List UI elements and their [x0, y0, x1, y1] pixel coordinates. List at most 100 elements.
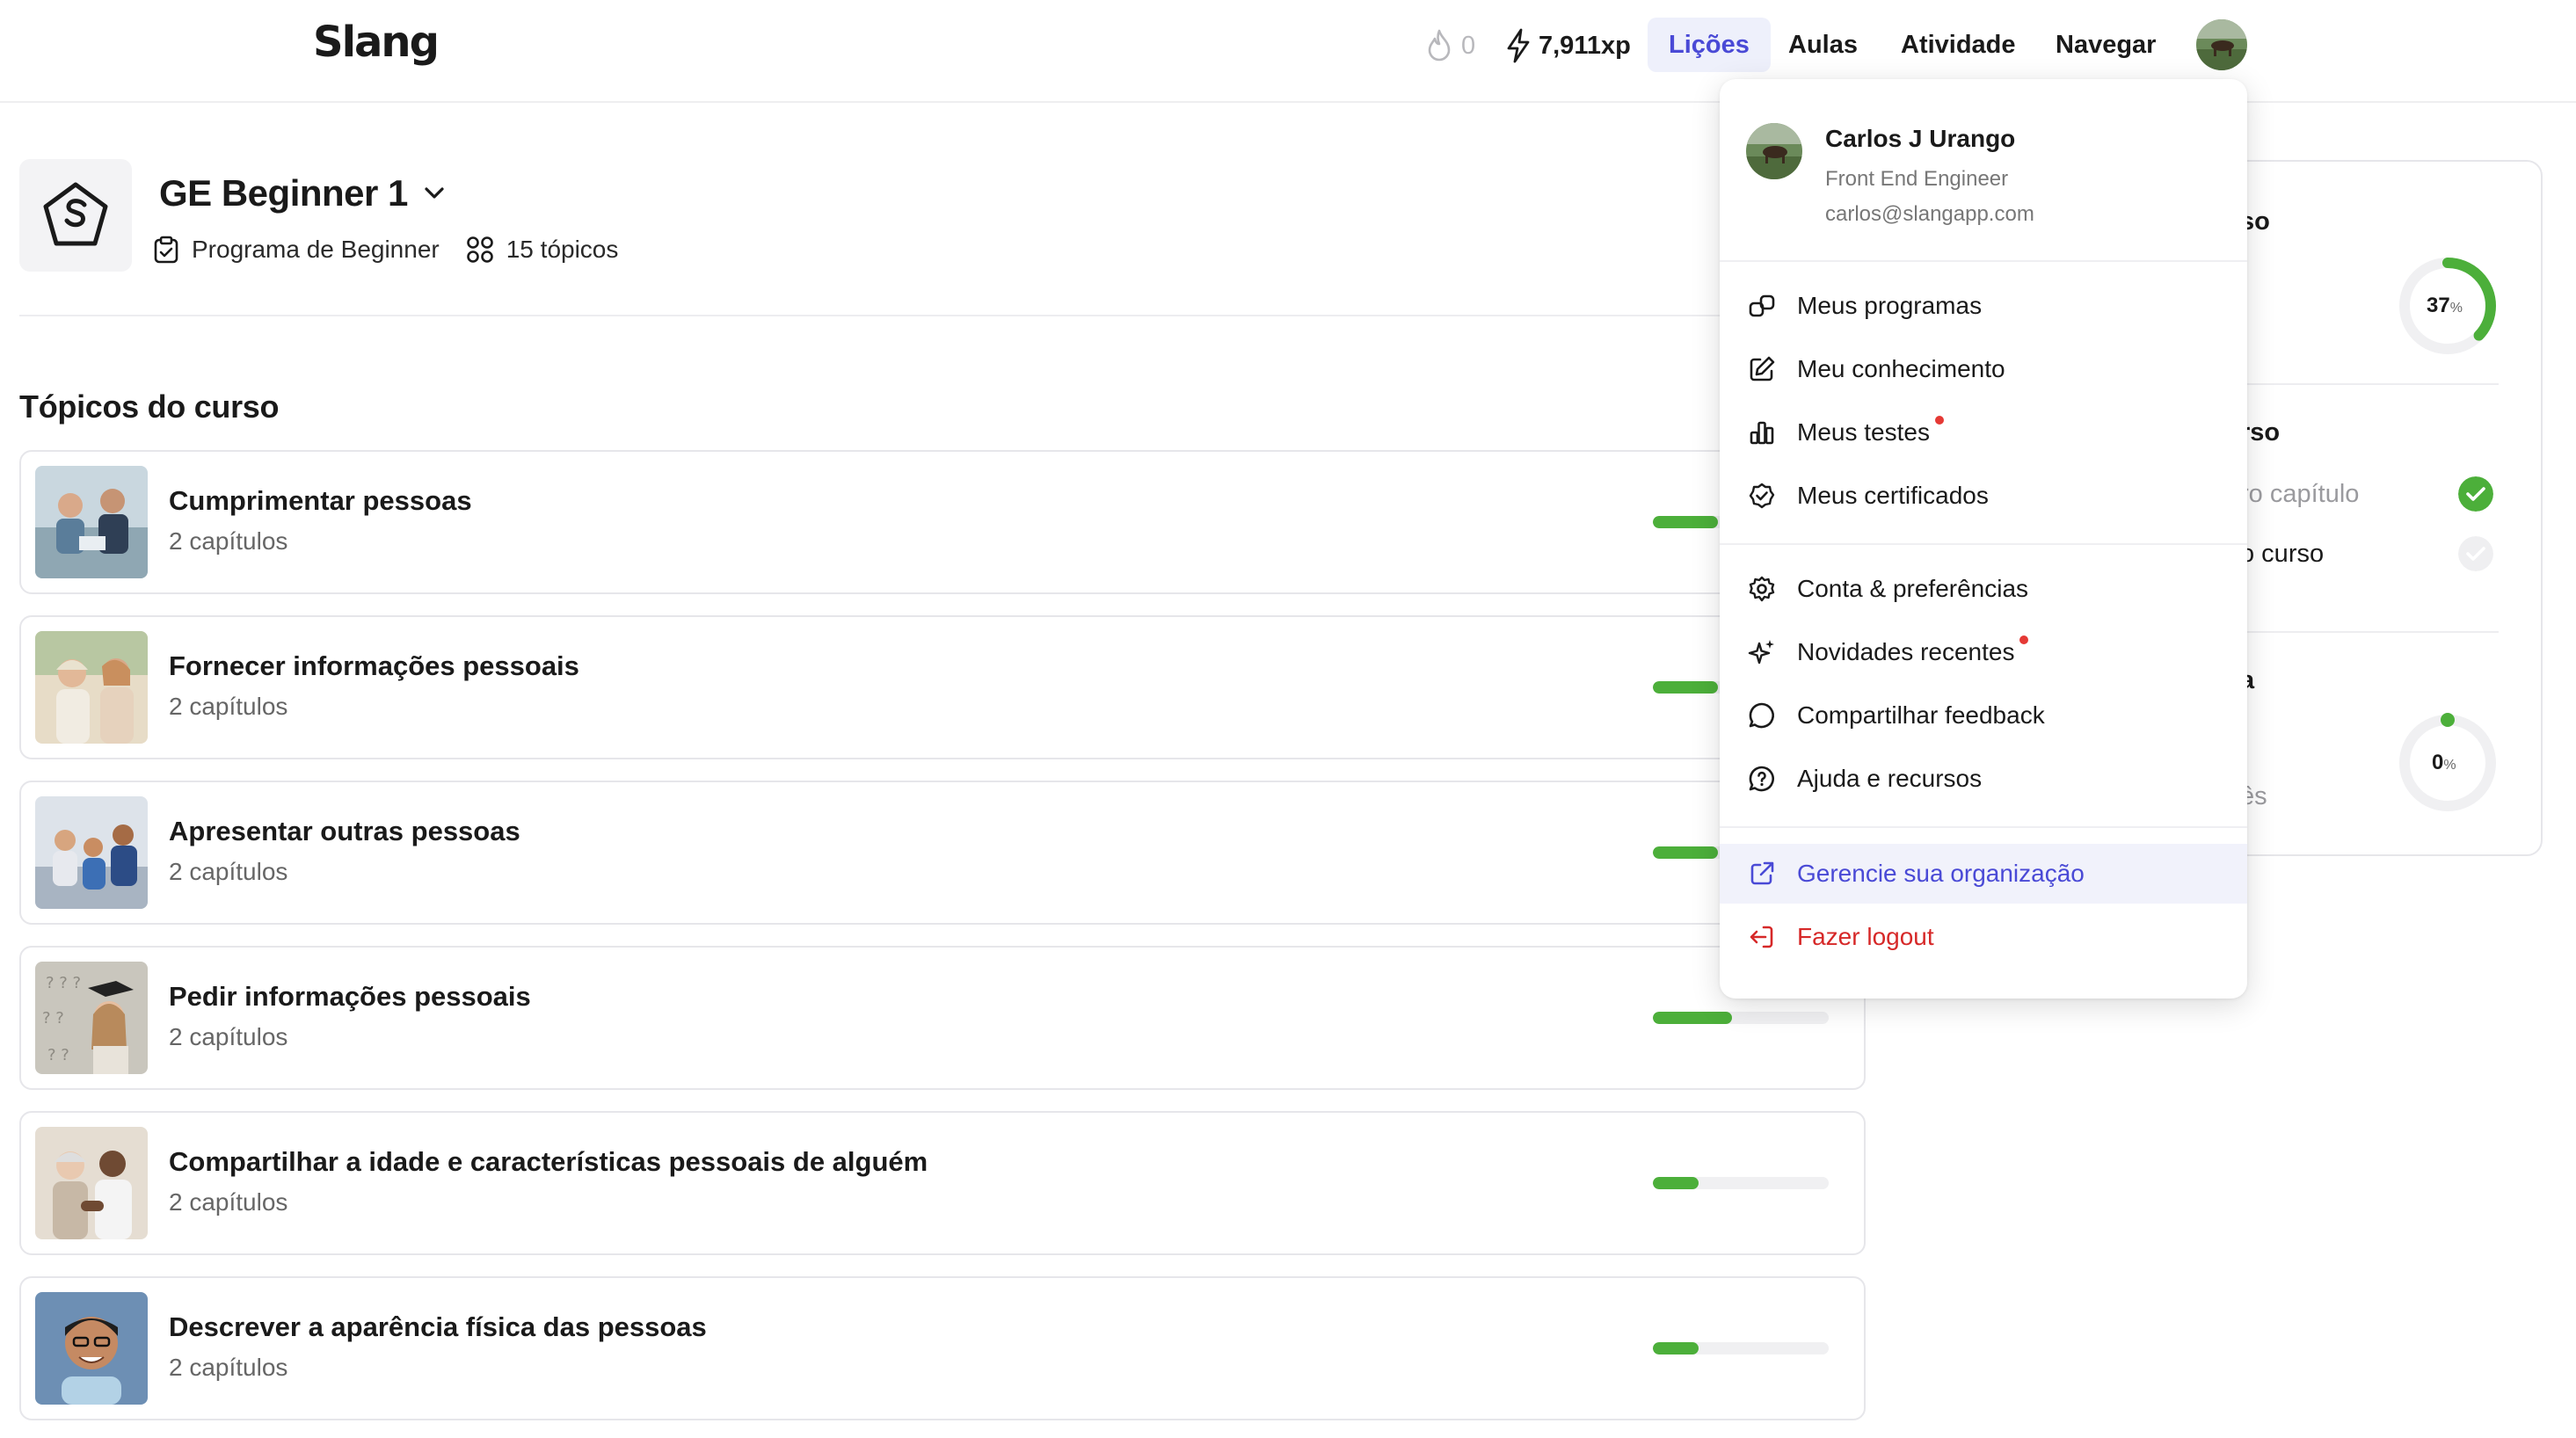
topic-card[interactable]: Compartilhar a idade e características p…: [19, 1111, 1866, 1255]
topic-progress-bar: [1653, 1177, 1829, 1189]
user-email: carlos@slangapp.com: [1825, 202, 2034, 226]
progress-fill: [1653, 681, 1718, 694]
menu-label: Compartilhar feedback: [1797, 701, 2045, 729]
menu-divider: [1720, 826, 2247, 828]
task-finish-course: o curso: [2240, 540, 2325, 568]
menu-label: Conta & preferências: [1797, 575, 2029, 602]
menu-item-meu-conhecimento[interactable]: Meu conhecimento: [1720, 339, 2247, 399]
sparkles-icon: [1748, 640, 1774, 665]
course-logo: [19, 159, 132, 272]
topic-card[interactable]: Apresentar outras pessoas 2 capítulos: [19, 781, 1866, 925]
topic-title: Compartilhar a idade e características p…: [169, 1146, 928, 1177]
menu-label: Meus programas: [1797, 292, 1983, 319]
nav-aulas[interactable]: Aulas: [1767, 18, 1879, 72]
topic-thumbnail: [35, 796, 148, 909]
streak-value: 0: [1461, 31, 1476, 60]
menu-item-meus-programas[interactable]: Meus programas: [1720, 276, 2247, 336]
progress-fill: [1653, 1177, 1699, 1189]
topic-title: Pedir informações pessoais: [169, 981, 531, 1012]
divider: [19, 315, 1725, 316]
topic-card[interactable]: Descrever a aparência física das pessoas…: [19, 1276, 1866, 1420]
topic-chapters: 2 capítulos: [169, 1354, 288, 1381]
program-info: Programa de Beginner: [153, 236, 440, 264]
avatar: [2196, 19, 2247, 70]
nav-navegar[interactable]: Navegar: [2034, 18, 2177, 72]
progress-fill: [1653, 846, 1718, 859]
clipboard-check-icon: [154, 236, 178, 264]
user-menu-dropdown: Carlos J Urango Front End Engineer carlo…: [1720, 79, 2247, 999]
topic-chapters: 2 capítulos: [169, 858, 288, 885]
topic-card[interactable]: Cumprimentar pessoas 2 capítulos: [19, 450, 1866, 594]
bar-chart-icon: [1750, 421, 1774, 445]
check-done-icon: [2458, 476, 2493, 512]
slang-logo[interactable]: Slang: [313, 18, 440, 67]
topic-progress-bar: [1653, 1342, 1829, 1354]
menu-label: Gerencie sua organização: [1797, 860, 2085, 887]
course-title: GE Beginner 1: [159, 172, 408, 214]
topic-thumbnail: [35, 1127, 148, 1239]
check-pending-icon: [2458, 536, 2493, 571]
link-icon: [1749, 294, 1775, 317]
notification-dot: [1934, 416, 1944, 425]
edit-icon: [1750, 356, 1775, 381]
nav-atividade[interactable]: Atividade: [1880, 18, 2037, 72]
menu-label: Ajuda e recursos: [1797, 765, 1983, 792]
program-label: Programa de Beginner: [192, 236, 440, 263]
menu-item-gerencie-organizacao[interactable]: Gerencie sua organização: [1720, 844, 2247, 904]
course-meta: Programa de Beginner 15 tópicos: [153, 236, 644, 264]
course-progress-value: 37%: [2427, 294, 2463, 317]
topic-title: Descrever a aparência física das pessoas: [169, 1311, 707, 1342]
progress-fill: [1653, 1342, 1699, 1354]
topic-chapters: 2 capítulos: [169, 693, 288, 720]
menu-item-novidades-recentes[interactable]: Novidades recentes: [1720, 622, 2247, 682]
gear-icon: [1749, 576, 1775, 602]
grid-circles-icon: [466, 236, 493, 263]
progress-fill: [1653, 1012, 1732, 1024]
topics-info: 15 tópicos: [466, 236, 619, 264]
nav-licoes[interactable]: Lições: [1648, 18, 1771, 72]
avatar: [1746, 123, 1802, 179]
topic-chapters: 2 capítulos: [169, 527, 288, 555]
menu-divider: [1720, 260, 2247, 262]
svg-text:? ? ?: ? ? ?: [46, 974, 81, 992]
menu-label: Novidades recentes: [1797, 638, 2015, 665]
lightning-icon: [1507, 28, 1530, 63]
topic-title: Fornecer informações pessoais: [169, 650, 579, 681]
chat-bubble-icon: [1749, 702, 1774, 729]
topic-thumbnail: [35, 1292, 148, 1405]
svg-text:? ?: ? ?: [42, 1009, 64, 1028]
course-title-selector[interactable]: GE Beginner 1: [159, 172, 445, 214]
logout-icon: [1750, 926, 1773, 948]
chevron-down-icon: [425, 187, 444, 199]
topic-progress-bar: [1653, 1012, 1829, 1024]
topic-thumbnail: [35, 631, 148, 744]
xp-counter[interactable]: 7,911xp: [1505, 26, 1631, 65]
user-avatar-button[interactable]: [2196, 19, 2247, 70]
menu-item-ajuda-recursos[interactable]: Ajuda e recursos: [1720, 749, 2247, 809]
user-role: Front End Engineer: [1825, 167, 2009, 191]
menu-item-compartilhar-feedback[interactable]: Compartilhar feedback: [1720, 686, 2247, 745]
menu-label: Meus certificados: [1797, 482, 1989, 509]
progress-fill: [1653, 516, 1718, 528]
topics-count: 15 tópicos: [506, 236, 619, 263]
topic-card[interactable]: Fornecer informações pessoais 2 capítulo…: [19, 615, 1866, 759]
goal-progress-value: 0%: [2432, 751, 2456, 774]
menu-label: Meus testes: [1797, 418, 1930, 446]
topic-thumbnail: [35, 466, 148, 578]
streak-counter[interactable]: 0: [1426, 26, 1475, 65]
flame-icon: [1428, 29, 1451, 62]
xp-value: 7,911xp: [1539, 31, 1631, 60]
menu-item-fazer-logout[interactable]: Fazer logout: [1720, 907, 2247, 967]
help-bubble-icon: [1749, 766, 1774, 792]
task-first-chapter: ro capítulo: [2240, 480, 2360, 508]
menu-label: Fazer logout: [1797, 923, 1934, 950]
topic-title: Apresentar outras pessoas: [169, 816, 520, 846]
menu-label: Meu conhecimento: [1797, 355, 2005, 382]
section-title: Tópicos do curso: [19, 389, 280, 425]
menu-item-meus-testes[interactable]: Meus testes: [1720, 403, 2247, 462]
topic-card[interactable]: ? ? ? ? ? ? ? Pedir informações pessoais 2…: [19, 946, 1866, 1090]
notification-dot: [2019, 635, 2029, 644]
menu-item-meus-certificados[interactable]: Meus certificados: [1720, 466, 2247, 526]
topic-chapters: 2 capítulos: [169, 1188, 288, 1216]
menu-item-conta-preferencias[interactable]: Conta & preferências: [1720, 559, 2247, 619]
